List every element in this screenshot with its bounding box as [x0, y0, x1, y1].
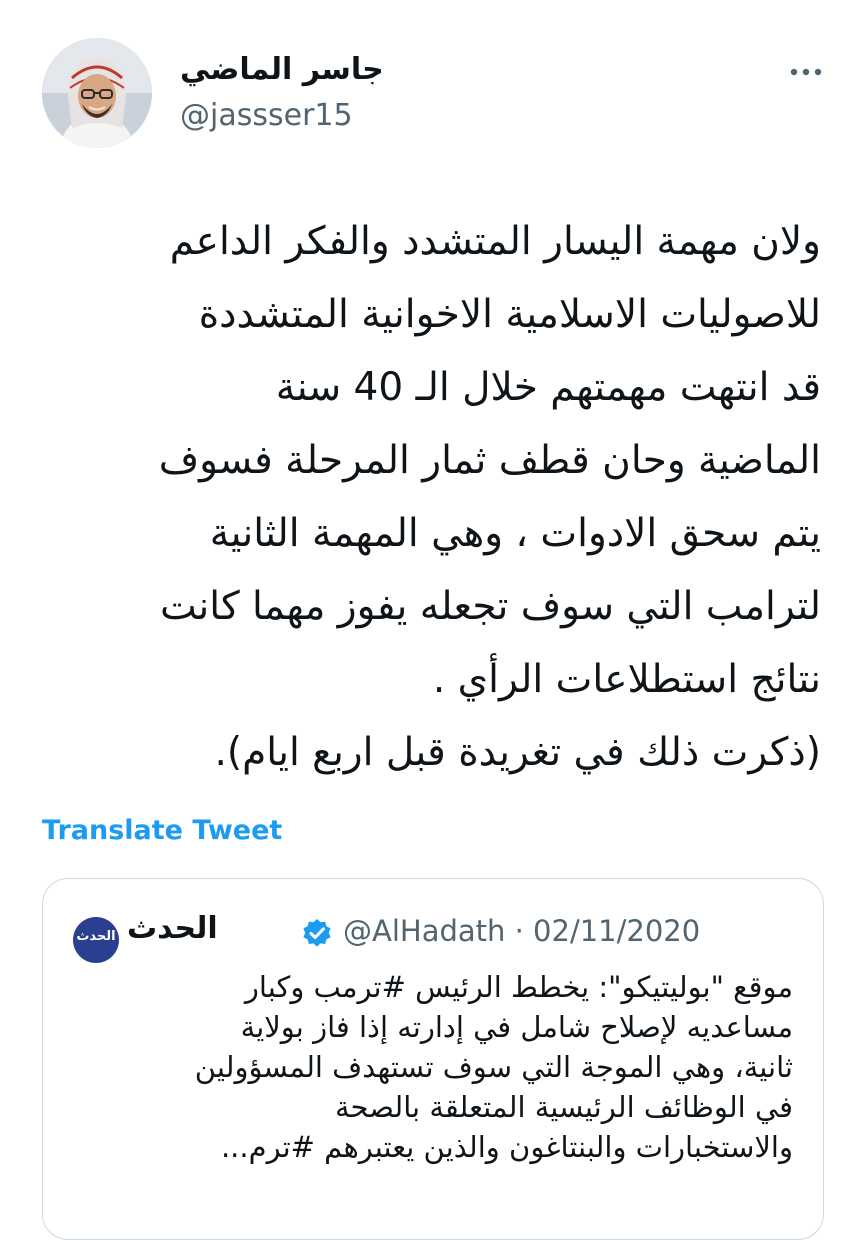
tweet-text-line: لترامب التي سوف تجعله يفوز مهما كانت — [160, 584, 821, 629]
author-handle[interactable]: @jassser15 — [180, 98, 353, 133]
quoted-author-display-name[interactable]: الحدث — [127, 911, 218, 946]
tweet-text-line: يتم سحق الادوات ، وهي المهمة الثانية — [209, 511, 821, 556]
quoted-tweet-card[interactable]: الحدث الحدث @AlHadath · 02/11/2020 موقع … — [42, 878, 824, 1240]
quoted-text-line: موقع "بوليتيكو": يخطط الرئيس #ترمب وكبار — [244, 970, 793, 1004]
profile-photo-icon — [42, 38, 152, 148]
tweet-text-line: ولان مهمة اليسار المتشدد والفكر الداعم — [169, 219, 821, 264]
more-horizontal-icon[interactable] — [788, 62, 824, 82]
verified-badge-icon — [301, 917, 333, 949]
quoted-author-avatar[interactable]: الحدث — [73, 917, 119, 963]
tweet-text-line: قد انتهت مهمتهم خلال الـ 40 سنة — [275, 365, 821, 410]
quoted-text-line: مساعديه لإصلاح شامل في إدارته إذا فاز بو… — [240, 1010, 793, 1044]
quoted-text-line: والاستخبارات والبنتاغون والذين يعتبرهم #… — [220, 1130, 793, 1164]
quoted-text-line: في الوظائف الرئيسية المتعلقة بالصحة — [334, 1090, 793, 1124]
tweet-text-line: للاصوليات الاسلامية الاخوانية المتشددة — [198, 292, 821, 337]
quoted-tweet-text: موقع "بوليتيكو": يخطط الرئيس #ترمب وكبار… — [53, 967, 793, 1167]
translate-tweet-link[interactable]: Translate Tweet — [42, 815, 282, 846]
quoted-text-line: ثانية، وهي الموجة التي سوف تستهدف المسؤو… — [194, 1050, 793, 1084]
tweet-text-line: الماضية وحان قطف ثمار المرحلة فسوف — [158, 438, 821, 483]
author-display-name[interactable]: جاسر الماضي — [180, 52, 384, 87]
quoted-avatar-logo-text: الحدث — [76, 929, 116, 944]
tweet-text: ولان مهمة اليسار المتشدد والفكر الداعم ل… — [31, 205, 821, 789]
tweet-text-line: نتائج استطلاعات الرأي . — [432, 657, 821, 702]
author-avatar[interactable] — [42, 38, 152, 148]
quoted-handle-date[interactable]: @AlHadath · 02/11/2020 — [343, 914, 700, 948]
tweet-text-line: (ذكرت ذلك في تغريدة قبل اربع ايام). — [214, 730, 821, 775]
tweet: جاسر الماضي @jassser15 ولان مهمة اليسار … — [0, 0, 865, 1240]
